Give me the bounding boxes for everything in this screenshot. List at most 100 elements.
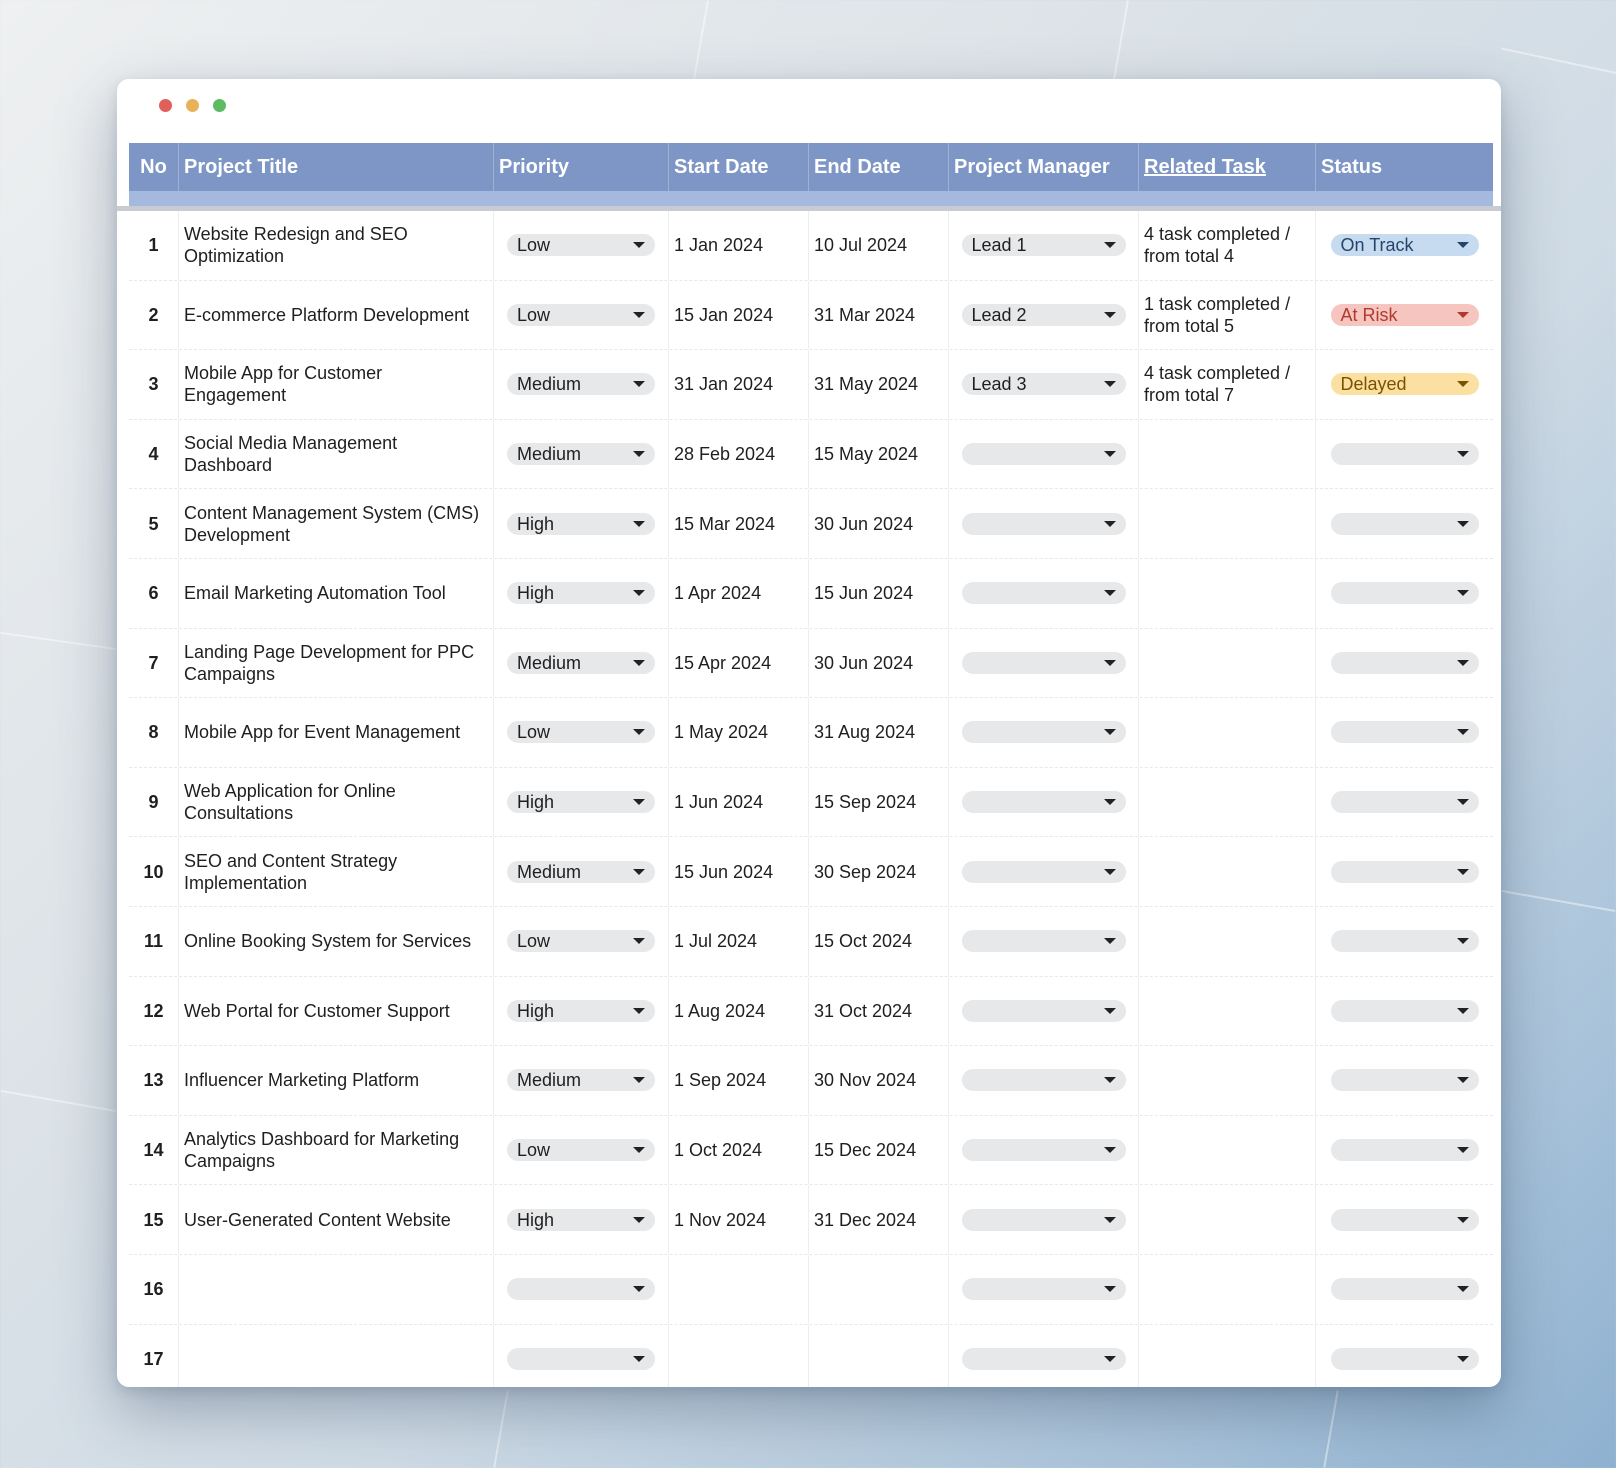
priority-dropdown[interactable]: High [507,512,655,535]
project-title-cell[interactable]: Analytics Dashboard for Marketing Campai… [179,1115,494,1185]
start-date-cell[interactable]: 15 Mar 2024 [669,489,809,558]
priority-dropdown[interactable]: Low [507,930,655,953]
status-dropdown[interactable] [1330,860,1479,883]
project-title-cell[interactable]: Landing Page Development for PPC Campaig… [179,628,494,698]
table-row[interactable]: 15 User-Generated Content Website High 1… [129,1185,1493,1255]
maximize-dot-icon[interactable] [213,99,226,112]
priority-dropdown[interactable]: Medium [507,373,655,396]
status-dropdown[interactable] [1330,791,1479,814]
related-task-cell[interactable]: 4 task completed / from total 4 [1139,211,1316,280]
status-dropdown[interactable] [1330,1278,1479,1301]
header-related-task-link[interactable]: Related Task [1139,143,1316,191]
priority-dropdown[interactable]: Medium [507,860,655,883]
priority-dropdown[interactable]: High [507,582,655,605]
end-date-cell[interactable]: 15 Oct 2024 [809,906,949,976]
project-manager-dropdown[interactable] [961,512,1126,535]
end-date-cell[interactable]: 31 Dec 2024 [809,1185,949,1254]
project-manager-dropdown[interactable] [961,651,1126,674]
project-title-cell[interactable]: Influencer Marketing Platform [179,1046,494,1115]
status-dropdown[interactable] [1330,582,1479,605]
table-row[interactable]: 4 Social Media Management Dashboard Medi… [129,419,1493,490]
end-date-cell[interactable]: 30 Jun 2024 [809,628,949,698]
table-row[interactable]: 16 [129,1254,1493,1325]
status-dropdown[interactable] [1330,721,1479,744]
priority-dropdown[interactable]: Medium [507,651,655,674]
project-title-cell[interactable]: Online Booking System for Services [179,906,494,976]
table-row[interactable]: 1 Website Redesign and SEO Optimization … [129,211,1493,281]
project-manager-dropdown[interactable] [961,999,1126,1022]
status-dropdown[interactable] [1330,999,1479,1022]
end-date-cell[interactable]: 30 Nov 2024 [809,1046,949,1115]
project-manager-dropdown[interactable] [961,930,1126,953]
status-dropdown[interactable] [1330,930,1479,953]
project-manager-dropdown[interactable]: Lead 2 [961,303,1126,326]
project-manager-dropdown[interactable] [961,1069,1126,1092]
project-title-cell[interactable] [179,1324,494,1387]
end-date-cell[interactable]: 15 Sep 2024 [809,767,949,837]
project-title-cell[interactable]: Mobile App for Customer Engagement [179,350,494,419]
status-dropdown[interactable]: On Track [1330,234,1479,257]
table-row[interactable]: 14 Analytics Dashboard for Marketing Cam… [129,1115,1493,1186]
related-task-cell[interactable] [1139,558,1316,628]
start-date-cell[interactable]: 1 Jan 2024 [669,211,809,280]
close-dot-icon[interactable] [159,99,172,112]
priority-dropdown[interactable]: Low [507,303,655,326]
start-date-cell[interactable] [669,1324,809,1387]
priority-dropdown[interactable]: Low [507,234,655,257]
status-dropdown[interactable]: Delayed [1330,373,1479,396]
start-date-cell[interactable]: 1 Aug 2024 [669,976,809,1046]
start-date-cell[interactable] [669,1254,809,1324]
priority-dropdown[interactable]: High [507,791,655,814]
project-title-cell[interactable]: E-commerce Platform Development [179,280,494,350]
project-title-cell[interactable]: Email Marketing Automation Tool [179,558,494,628]
status-dropdown[interactable] [1330,1139,1479,1162]
start-date-cell[interactable]: 1 Sep 2024 [669,1046,809,1115]
table-row[interactable]: 10 SEO and Content Strategy Implementati… [129,837,1493,907]
start-date-cell[interactable]: 1 Jun 2024 [669,767,809,837]
priority-dropdown[interactable]: Low [507,1139,655,1162]
table-row[interactable]: 13 Influencer Marketing Platform Medium … [129,1046,1493,1116]
start-date-cell[interactable]: 31 Jan 2024 [669,350,809,419]
related-task-cell[interactable] [1139,1254,1316,1324]
priority-dropdown[interactable] [507,1347,655,1370]
end-date-cell[interactable] [809,1324,949,1387]
related-task-cell[interactable] [1139,906,1316,976]
related-task-cell[interactable] [1139,1046,1316,1115]
related-task-cell[interactable]: 4 task completed / from total 7 [1139,350,1316,419]
header-priority[interactable]: Priority [494,143,669,191]
related-task-cell[interactable] [1139,976,1316,1046]
header-project-title[interactable]: Project Title [179,143,494,191]
header-end-date[interactable]: End Date [809,143,949,191]
related-task-cell[interactable] [1139,837,1316,906]
project-manager-dropdown[interactable]: Lead 1 [961,234,1126,257]
related-task-cell[interactable] [1139,489,1316,558]
project-manager-dropdown[interactable] [961,791,1126,814]
project-title-cell[interactable]: Website Redesign and SEO Optimization [179,211,494,280]
end-date-cell[interactable]: 10 Jul 2024 [809,211,949,280]
related-task-cell[interactable] [1139,767,1316,837]
minimize-dot-icon[interactable] [186,99,199,112]
table-row[interactable]: 2 E-commerce Platform Development Low 15… [129,280,1493,351]
project-title-cell[interactable]: Mobile App for Event Management [179,698,494,767]
start-date-cell[interactable]: 1 Apr 2024 [669,558,809,628]
related-task-cell[interactable] [1139,1324,1316,1387]
project-manager-dropdown[interactable] [961,721,1126,744]
project-title-cell[interactable] [179,1254,494,1324]
priority-dropdown[interactable] [507,1278,655,1301]
priority-dropdown[interactable]: Low [507,721,655,744]
priority-dropdown[interactable]: High [507,1208,655,1231]
start-date-cell[interactable]: 15 Apr 2024 [669,628,809,698]
table-row[interactable]: 17 [129,1324,1493,1387]
project-title-cell[interactable]: User-Generated Content Website [179,1185,494,1254]
priority-dropdown[interactable]: Medium [507,443,655,466]
table-row[interactable]: 9 Web Application for Online Consultatio… [129,767,1493,838]
start-date-cell[interactable]: 28 Feb 2024 [669,419,809,489]
related-task-cell[interactable] [1139,419,1316,489]
project-manager-dropdown[interactable] [961,1208,1126,1231]
project-title-cell[interactable]: Social Media Management Dashboard [179,419,494,489]
project-title-cell[interactable]: Content Management System (CMS) Developm… [179,489,494,558]
table-row[interactable]: 11 Online Booking System for Services Lo… [129,906,1493,977]
table-row[interactable]: 7 Landing Page Development for PPC Campa… [129,628,1493,699]
project-title-cell[interactable]: Web Application for Online Consultations [179,767,494,837]
project-manager-dropdown[interactable] [961,860,1126,883]
